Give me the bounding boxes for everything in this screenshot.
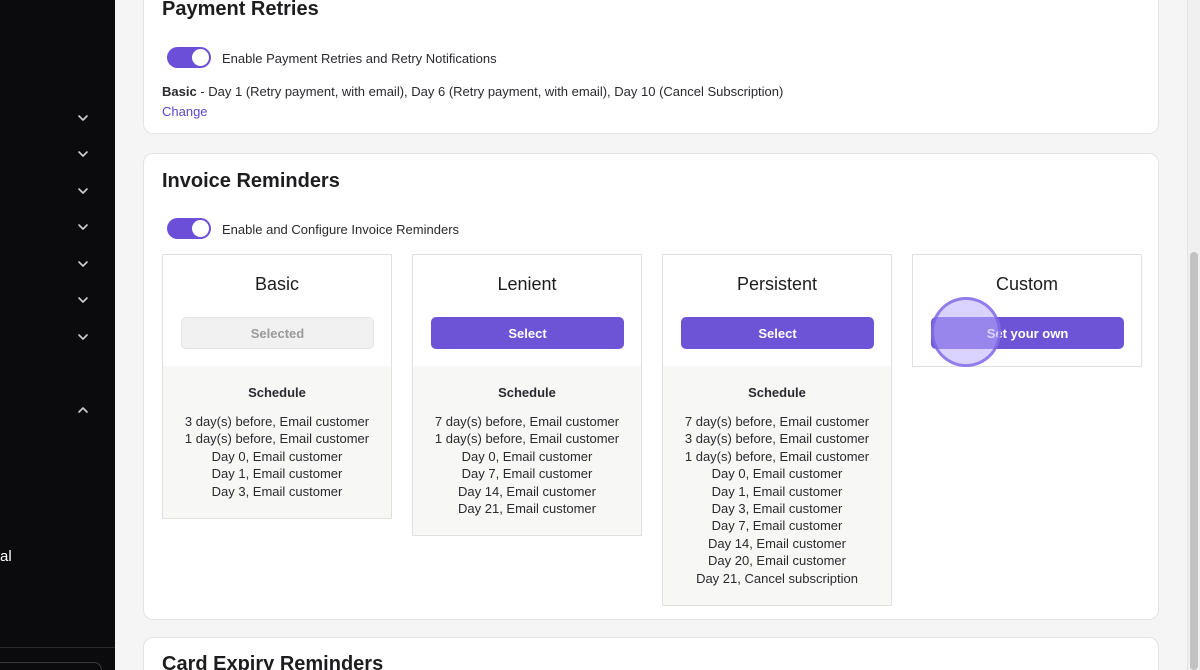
- chevron-down-icon[interactable]: [76, 111, 90, 125]
- set-your-own-button[interactable]: Set your own: [931, 317, 1124, 349]
- chevron-down-icon[interactable]: [76, 147, 90, 161]
- schedule-item: Day 14, Email customer: [458, 483, 596, 499]
- invoice-reminders-card: Invoice Reminders Enable and Configure I…: [143, 153, 1159, 620]
- plan-name: Basic: [162, 84, 197, 99]
- schedule-panel: Schedule 7 day(s) before, Email customer…: [413, 366, 641, 536]
- section-title-payment-retries: Payment Retries: [162, 0, 319, 20]
- plan-description: - Day 1 (Retry payment, with email), Day…: [196, 84, 784, 99]
- card-expiry-reminders-card: Card Expiry Reminders: [143, 637, 1159, 670]
- plan-name: Lenient: [497, 274, 557, 294]
- schedule-item: 1 day(s) before, Email customer: [684, 448, 870, 464]
- payment-retry-plan-summary: Basic - Day 1 (Retry payment, with email…: [162, 84, 783, 99]
- chevron-down-icon[interactable]: [76, 184, 90, 198]
- chevron-down-icon[interactable]: [76, 330, 90, 344]
- schedule-panel: Schedule 7 day(s) before, Email customer…: [663, 366, 891, 606]
- plan-card-custom: Custom Set your own: [912, 254, 1142, 367]
- schedule-item: Day 21, Cancel subscription: [696, 570, 858, 586]
- schedule-heading: Schedule: [498, 385, 556, 400]
- chevron-down-icon[interactable]: [76, 293, 90, 307]
- chevron-down-icon[interactable]: [76, 220, 90, 234]
- invoice-reminders-toggle-label: Enable and Configure Invoice Reminders: [222, 222, 460, 237]
- schedule-item: 7 day(s) before, Email customer: [684, 414, 870, 429]
- payment-retries-toggle-label: Enable Payment Retries and Retry Notific…: [222, 51, 497, 66]
- schedule-item: Day 0, Email customer: [711, 466, 843, 482]
- plan-name: Persistent: [736, 274, 818, 294]
- payment-retries-card: Payment Retries Enable Payment Retries a…: [143, 0, 1159, 134]
- schedule-item: Day 20, Email customer: [708, 553, 846, 569]
- toggle-knob: [192, 49, 209, 66]
- schedule-item: Day 0, Email customer: [461, 448, 593, 464]
- select-lenient-button[interactable]: Select: [431, 317, 624, 349]
- schedule-item: 1 day(s) before, Email customer: [434, 431, 620, 447]
- sidebar-item-label[interactable]: al: [0, 548, 12, 565]
- schedule-item: 7 day(s) before, Email customer: [434, 414, 620, 429]
- schedule-item: Day 21, Email customer: [458, 501, 596, 517]
- page-scrollbar[interactable]: [1187, 0, 1200, 670]
- toggle-knob: [192, 220, 209, 237]
- section-title-invoice-reminders: Invoice Reminders: [162, 170, 340, 192]
- schedule-item: Day 7, Email customer: [711, 518, 843, 534]
- schedule-item: Day 14, Email customer: [708, 535, 846, 551]
- sidebar: al: [0, 0, 115, 670]
- invoice-reminders-toggle[interactable]: [167, 218, 211, 239]
- schedule-item: Day 7, Email customer: [461, 466, 593, 482]
- sidebar-divider: [0, 647, 115, 648]
- change-link[interactable]: Change: [162, 104, 208, 119]
- schedule-item: Day 1, Email customer: [211, 466, 343, 482]
- plan-name: Basic: [254, 274, 299, 294]
- schedule-item: Day 3, Email customer: [211, 483, 343, 499]
- schedule-item: Day 0, Email customer: [211, 448, 343, 464]
- select-persistent-button[interactable]: Select: [681, 317, 874, 349]
- schedule-item: 3 day(s) before, Email customer: [184, 414, 370, 429]
- plan-card-basic: Basic Selected Schedule 3 day(s) before,…: [162, 254, 392, 519]
- schedule-item: 1 day(s) before, Email customer: [184, 431, 370, 447]
- section-title-card-expiry: Card Expiry Reminders: [162, 653, 384, 670]
- selected-button[interactable]: Selected: [181, 317, 374, 349]
- schedule-item: 3 day(s) before, Email customer: [684, 431, 870, 447]
- plan-card-lenient: Lenient Select Schedule 7 day(s) before,…: [412, 254, 642, 536]
- schedule-item: Day 3, Email customer: [711, 501, 843, 517]
- sidebar-bottom-button[interactable]: [0, 662, 102, 670]
- schedule-heading: Schedule: [248, 385, 306, 400]
- schedule-heading: Schedule: [748, 385, 806, 400]
- payment-retries-toggle[interactable]: [167, 47, 211, 68]
- scrollbar-thumb[interactable]: [1190, 252, 1198, 670]
- plan-name: Custom: [995, 274, 1058, 294]
- schedule-panel: Schedule 3 day(s) before, Email customer…: [163, 366, 391, 519]
- chevron-down-icon[interactable]: [76, 257, 90, 271]
- chevron-up-icon[interactable]: [76, 403, 90, 417]
- schedule-item: Day 1, Email customer: [711, 483, 843, 499]
- plan-card-persistent: Persistent Select Schedule 7 day(s) befo…: [662, 254, 892, 606]
